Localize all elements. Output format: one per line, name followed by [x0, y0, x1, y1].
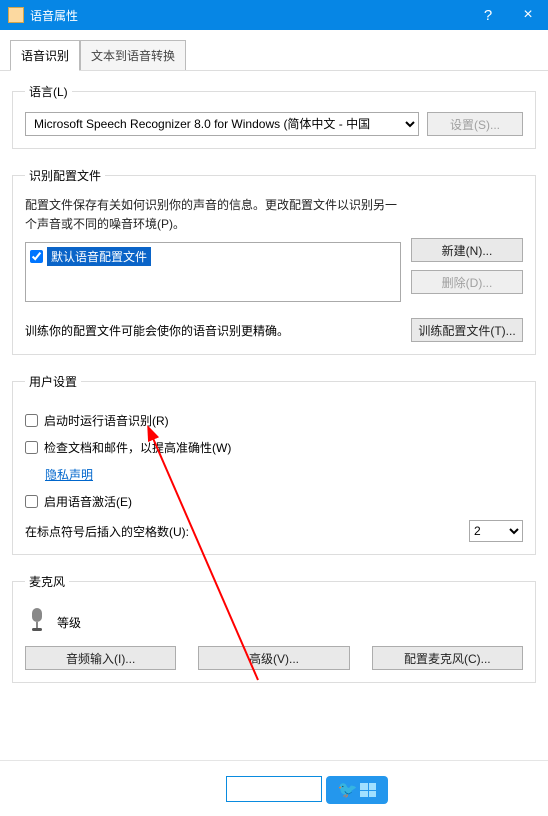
advanced-button[interactable]: 高级(V)... — [198, 646, 349, 670]
content-area: 语言(L) Microsoft Speech Recognizer 8.0 fo… — [0, 71, 548, 713]
window-title: 语音属性 — [30, 7, 468, 24]
bird-icon: 🐦 — [338, 780, 358, 800]
train-desc: 训练你的配置文件可能会使你的语音识别更精确。 — [25, 322, 289, 339]
spaces-select[interactable]: 2 — [469, 520, 523, 542]
profile-listbox[interactable]: 默认语音配置文件 — [25, 242, 401, 302]
windows-icon — [360, 783, 376, 797]
train-profile-button[interactable]: 训练配置文件(T)... — [411, 318, 523, 342]
group-profile: 识别配置文件 配置文件保存有关如何识别你的声音的信息。更改配置文件以识别另一个声… — [12, 167, 536, 355]
ok-button[interactable] — [226, 776, 322, 802]
group-user-settings: 用户设置 启动时运行语音识别(R) 检查文档和邮件，以提高准确性(W) 隐私声明… — [12, 373, 536, 555]
group-mic-legend: 麦克风 — [25, 573, 69, 590]
language-select[interactable]: Microsoft Speech Recognizer 8.0 for Wind… — [25, 112, 419, 136]
delete-profile-button: 删除(D)... — [411, 270, 523, 294]
level-label: 等级 — [57, 614, 81, 631]
group-language-legend: 语言(L) — [25, 83, 72, 100]
startup-checkbox[interactable] — [25, 414, 38, 427]
activate-checkbox[interactable] — [25, 495, 38, 508]
spaces-label: 在标点符号后插入的空格数(U): — [25, 523, 189, 540]
tab-text-to-speech[interactable]: 文本到语音转换 — [80, 40, 186, 70]
profile-item-checkbox[interactable] — [30, 250, 43, 263]
microphone-icon — [27, 608, 47, 636]
tab-strip: 语音识别 文本到语音转换 — [0, 30, 548, 71]
group-profile-legend: 识别配置文件 — [25, 167, 105, 184]
review-label: 检查文档和邮件，以提高准确性(W) — [44, 439, 231, 456]
window-icon — [8, 7, 24, 23]
configure-mic-button[interactable]: 配置麦克风(C)... — [372, 646, 523, 670]
review-checkbox[interactable] — [25, 441, 38, 454]
group-user-legend: 用户设置 — [25, 373, 81, 390]
help-button[interactable]: ? — [468, 0, 508, 30]
close-button[interactable]: × — [508, 0, 548, 30]
activate-label: 启用语音激活(E) — [44, 493, 132, 510]
new-profile-button[interactable]: 新建(N)... — [411, 238, 523, 262]
dialog-footer: 🐦 — [0, 760, 548, 816]
audio-input-button[interactable]: 音频输入(I)... — [25, 646, 176, 670]
settings-button: 设置(S)... — [427, 112, 523, 136]
profile-item-label: 默认语音配置文件 — [47, 247, 151, 266]
list-item[interactable]: 默认语音配置文件 — [30, 247, 396, 266]
tab-speech-recognition[interactable]: 语音识别 — [10, 40, 80, 71]
privacy-link[interactable]: 隐私声明 — [45, 466, 93, 483]
group-microphone: 麦克风 等级 音频输入(I)... 高级(V)... 配置麦克风(C)... — [12, 573, 536, 683]
group-language: 语言(L) Microsoft Speech Recognizer 8.0 fo… — [12, 83, 536, 149]
watermark-badge: 🐦 — [326, 776, 388, 804]
title-bar: 语音属性 ? × — [0, 0, 548, 30]
profile-desc: 配置文件保存有关如何识别你的声音的信息。更改配置文件以识别另一个声音或不同的噪音… — [25, 196, 401, 234]
startup-label: 启动时运行语音识别(R) — [44, 412, 169, 429]
